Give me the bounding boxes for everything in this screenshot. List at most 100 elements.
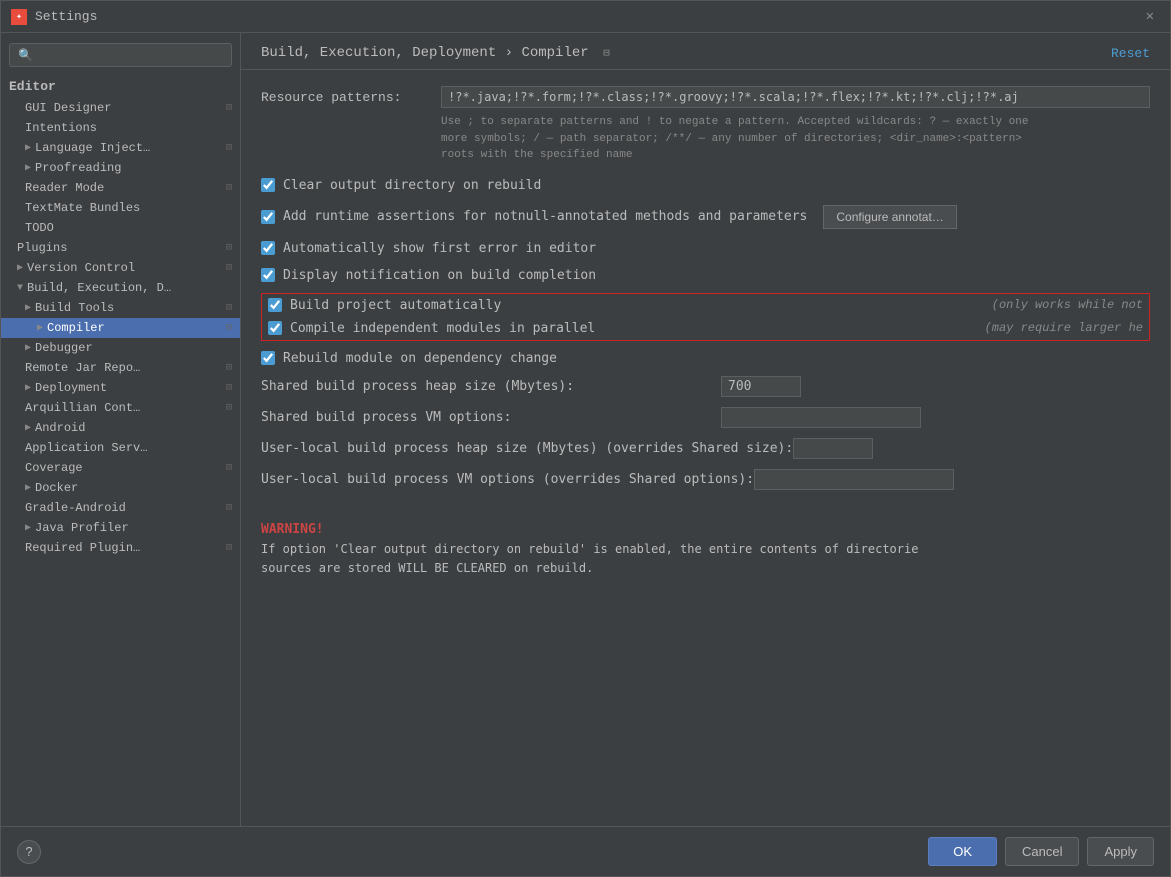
search-input[interactable] [9, 43, 232, 67]
rebuild-dependency-label: Rebuild module on dependency change [283, 351, 557, 366]
collapse-arrow: ▶ [25, 482, 31, 494]
sidebar-item-app-servers[interactable]: Application Serv… [1, 438, 240, 458]
sidebar-item-docker[interactable]: ▶ Docker [1, 478, 240, 498]
vm-options-input[interactable] [721, 407, 921, 428]
settings-icon: ⊟ [226, 182, 232, 194]
sidebar-item-required-plugin[interactable]: Required Plugin… ⊟ [1, 538, 240, 558]
window-title: Settings [35, 9, 1140, 24]
breadcrumb-text: Build, Execution, Deployment › Compiler [261, 45, 589, 61]
checkbox-rebuild-dependency: Rebuild module on dependency change [261, 349, 1150, 368]
apply-button[interactable]: Apply [1087, 837, 1154, 866]
collapse-arrow: ▼ [17, 283, 23, 294]
settings-icon: ⊟ [226, 462, 232, 474]
sidebar-item-compiler[interactable]: ▶ Compiler ⊟ [1, 318, 240, 338]
sidebar: Editor GUI Designer ⊟ Intentions ▶ Langu… [1, 33, 241, 826]
user-vm-input[interactable] [754, 469, 954, 490]
first-error-checkbox[interactable] [261, 241, 275, 255]
sidebar-item-build-exec[interactable]: ▼ Build, Execution, D… [1, 278, 240, 298]
build-auto-checkbox[interactable] [268, 298, 282, 312]
heap-size-row: Shared build process heap size (Mbytes): [261, 376, 1150, 397]
sidebar-item-label: Arquillian Cont… [25, 401, 140, 415]
sidebar-item-build-tools[interactable]: ▶ Build Tools ⊟ [1, 298, 240, 318]
sidebar-item-remote-jar[interactable]: Remote Jar Repo… ⊟ [1, 358, 240, 378]
first-error-label: Automatically show first error in editor [283, 241, 596, 256]
settings-icon: ⊟ [226, 542, 232, 554]
sidebar-item-label: Required Plugin… [25, 541, 140, 555]
reset-link[interactable]: Reset [1111, 46, 1150, 61]
sidebar-item-deployment[interactable]: ▶ Deployment ⊟ [1, 378, 240, 398]
sidebar-item-arquillian[interactable]: Arquillian Cont… ⊟ [1, 398, 240, 418]
sidebar-item-label: Coverage [25, 461, 83, 475]
settings-window: ✦ Settings ✕ Editor GUI Designer ⊟ Inten… [0, 0, 1171, 877]
settings-icon: ⊟ [226, 142, 232, 154]
sidebar-item-language-inject[interactable]: ▶ Language Inject… ⊟ [1, 138, 240, 158]
sidebar-item-textmate[interactable]: TextMate Bundles [1, 198, 240, 218]
sidebar-item-gradle-android[interactable]: Gradle-Android ⊟ [1, 498, 240, 518]
collapse-arrow: ▶ [37, 322, 43, 334]
close-button[interactable]: ✕ [1140, 6, 1160, 27]
title-bar: ✦ Settings ✕ [1, 1, 1170, 33]
checkbox-notification: Display notification on build completion [261, 266, 1150, 285]
clear-output-label: Clear output directory on rebuild [283, 178, 541, 193]
main-content: Build, Execution, Deployment › Compiler … [241, 33, 1170, 826]
sidebar-item-label: Application Serv… [25, 441, 147, 455]
cancel-button[interactable]: Cancel [1005, 837, 1079, 866]
vm-options-row: Shared build process VM options: [261, 407, 1150, 428]
user-vm-row: User-local build process VM options (ove… [261, 469, 1150, 490]
notification-label: Display notification on build completion [283, 268, 596, 283]
configure-annotations-button[interactable]: Configure annotat… [823, 205, 956, 229]
collapse-arrow: ▶ [25, 382, 31, 394]
settings-icon: ⊟ [226, 502, 232, 514]
sidebar-item-android[interactable]: ▶ Android [1, 418, 240, 438]
sidebar-item-intentions[interactable]: Intentions [1, 118, 240, 138]
build-auto-label: Build project automatically [290, 298, 501, 313]
sidebar-item-java-profiler[interactable]: ▶ Java Profiler [1, 518, 240, 538]
ok-button[interactable]: OK [928, 837, 997, 866]
settings-icon: ⊟ [226, 102, 232, 114]
editor-section-header: Editor [1, 75, 240, 98]
sidebar-item-label: Language Inject… [35, 141, 150, 155]
settings-icon: ⊟ [226, 362, 232, 374]
sidebar-item-proofreading[interactable]: ▶ Proofreading [1, 158, 240, 178]
build-auto-note: (only works while not [992, 298, 1143, 312]
collapse-arrow: ▶ [25, 162, 31, 174]
runtime-assertions-label: Add runtime assertions for notnull-annot… [283, 209, 807, 224]
sidebar-item-debugger[interactable]: ▶ Debugger [1, 338, 240, 358]
parallel-compile-label: Compile independent modules in parallel [290, 321, 595, 336]
parallel-compile-checkbox[interactable] [268, 321, 282, 335]
sidebar-item-coverage[interactable]: Coverage ⊟ [1, 458, 240, 478]
checkbox-parallel-compile: Compile independent modules in parallel … [262, 317, 1149, 340]
main-header: Build, Execution, Deployment › Compiler … [241, 33, 1170, 70]
heap-size-input[interactable] [721, 376, 801, 397]
sidebar-item-label: GUI Designer [25, 101, 111, 115]
highlighted-group: Build project automatically (only works … [261, 293, 1150, 341]
sidebar-item-plugins[interactable]: Plugins ⊟ [1, 238, 240, 258]
parallel-compile-note: (may require larger he [985, 321, 1143, 335]
sidebar-item-version-control[interactable]: ▶ Version Control ⊟ [1, 258, 240, 278]
sidebar-item-label: TextMate Bundles [25, 201, 140, 215]
settings-icon: ⊟ [226, 402, 232, 414]
sidebar-item-gui-designer[interactable]: GUI Designer ⊟ [1, 98, 240, 118]
settings-icon: ⊟ [226, 242, 232, 254]
heap-size-label: Shared build process heap size (Mbytes): [261, 379, 721, 394]
sidebar-item-label: Intentions [25, 121, 97, 135]
clear-output-checkbox[interactable] [261, 178, 275, 192]
sidebar-item-label: Version Control [27, 261, 135, 275]
resource-pattern-row: Resource patterns: [261, 86, 1150, 108]
runtime-assertions-checkbox[interactable] [261, 210, 275, 224]
sidebar-item-label: Docker [35, 481, 78, 495]
sidebar-item-todo[interactable]: TODO [1, 218, 240, 238]
app-icon: ✦ [11, 9, 27, 25]
notification-checkbox[interactable] [261, 268, 275, 282]
rebuild-dependency-checkbox[interactable] [261, 351, 275, 365]
help-button[interactable]: ? [17, 840, 41, 864]
breadcrumb: Build, Execution, Deployment › Compiler … [261, 45, 610, 61]
sidebar-item-reader-mode[interactable]: Reader Mode ⊟ [1, 178, 240, 198]
user-heap-input[interactable] [793, 438, 873, 459]
resource-pattern-input[interactable] [441, 86, 1150, 108]
user-vm-label: User-local build process VM options (ove… [261, 472, 754, 487]
sidebar-item-label: Debugger [35, 341, 93, 355]
collapse-arrow: ▶ [17, 262, 23, 274]
sidebar-item-label: Compiler [47, 321, 105, 335]
sidebar-item-label: Reader Mode [25, 181, 104, 195]
